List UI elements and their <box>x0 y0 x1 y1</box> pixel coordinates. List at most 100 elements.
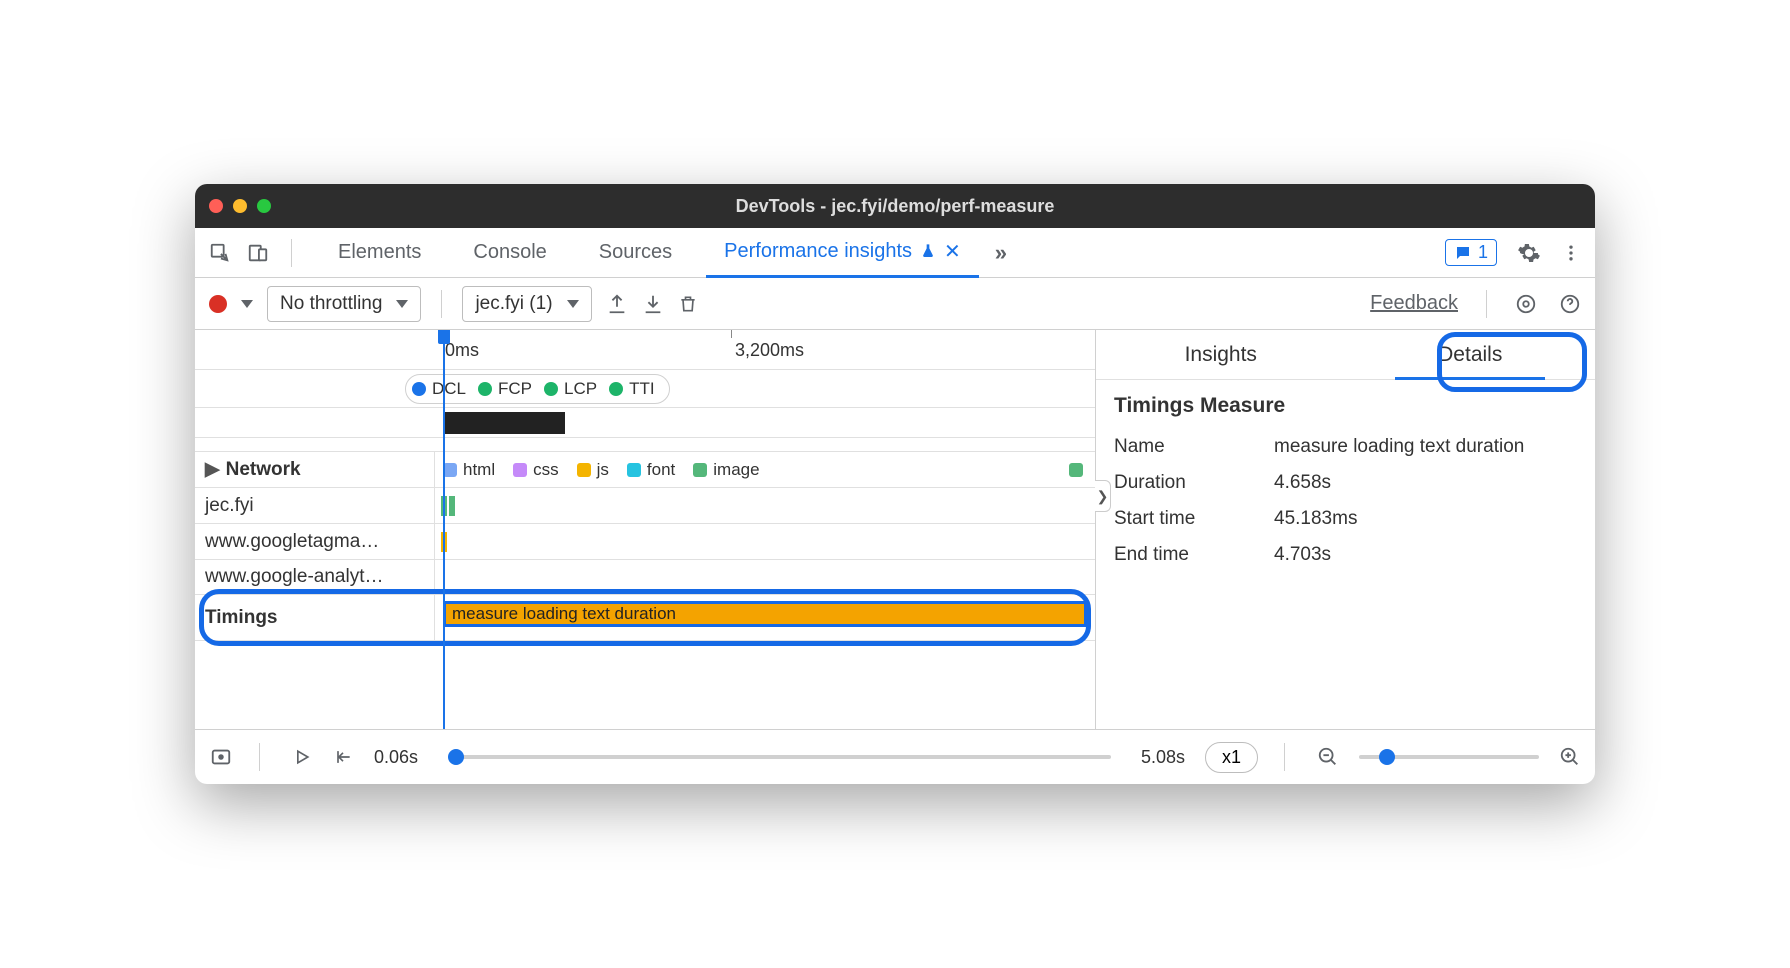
timeline-pane: 0ms 3,200ms DCL FCP LCP TTI ▶ Network <box>195 330 1095 729</box>
tab-label: Details <box>1438 343 1502 367</box>
tab-elements[interactable]: Elements <box>320 228 439 278</box>
divider <box>441 290 442 318</box>
network-row-label: ▶ Network <box>195 452 435 487</box>
divider <box>1486 290 1487 318</box>
import-icon[interactable] <box>642 293 664 315</box>
window-title: DevTools - jec.fyi/demo/perf-measure <box>195 196 1595 217</box>
maximize-window-button[interactable] <box>257 199 271 213</box>
swatch-icon <box>693 463 707 477</box>
feedback-link[interactable]: Feedback <box>1370 292 1458 315</box>
scrubber-thumb[interactable] <box>448 749 464 765</box>
help-icon[interactable] <box>1559 293 1581 315</box>
host-label: www.google-analyt… <box>195 560 435 594</box>
record-options-dropdown[interactable] <box>241 300 253 308</box>
issues-count: 1 <box>1478 242 1488 263</box>
measure-bar-label: measure loading text duration <box>452 604 676 624</box>
timings-measure-bar[interactable]: measure loading text duration <box>443 601 1087 627</box>
recording-label: jec.fyi (1) <box>475 293 552 315</box>
spacer <box>195 438 1095 452</box>
timeline-ruler[interactable]: 0ms 3,200ms <box>195 330 1095 370</box>
metric-label: DCL <box>432 379 466 399</box>
recording-select[interactable]: jec.fyi (1) <box>462 286 591 322</box>
detail-value: 45.183ms <box>1274 508 1577 530</box>
host-label: jec.fyi <box>195 488 435 523</box>
panel-settings-icon[interactable] <box>1515 293 1537 315</box>
request-bar[interactable] <box>449 496 455 516</box>
devtools-window: DevTools - jec.fyi/demo/perf-measure Ele… <box>195 184 1595 784</box>
timings-row[interactable]: Timings measure loading text duration <box>195 595 1095 641</box>
detail-value: 4.703s <box>1274 544 1577 566</box>
tab-label: Insights <box>1185 343 1257 367</box>
network-host-row[interactable]: jec.fyi <box>195 488 1095 524</box>
gear-icon[interactable] <box>1517 241 1541 265</box>
more-tabs-icon[interactable]: » <box>995 240 1007 266</box>
swatch-icon <box>443 463 457 477</box>
play-icon[interactable] <box>292 747 312 767</box>
swatch-icon <box>627 463 641 477</box>
devtools-tabs-row: Elements Console Sources Performance ins… <box>195 228 1595 278</box>
playback-speed-chip[interactable]: x1 <box>1205 742 1258 773</box>
network-header-row[interactable]: ▶ Network html css js font image <box>195 452 1095 488</box>
ruler-tick-label: 0ms <box>445 340 479 361</box>
divider <box>259 743 260 771</box>
delete-icon[interactable] <box>678 293 698 315</box>
tab-label: Console <box>473 241 546 264</box>
footer-bar: 0.06s 5.08s x1 <box>195 730 1595 784</box>
close-window-button[interactable] <box>209 199 223 213</box>
device-toggle-icon[interactable] <box>247 242 269 264</box>
tab-performance-insights[interactable]: Performance insights ✕ <box>706 228 979 278</box>
detail-row: End time4.703s <box>1114 544 1577 566</box>
playhead[interactable] <box>443 330 445 729</box>
network-host-row[interactable]: www.googletagma… <box>195 524 1095 560</box>
swatch-icon <box>513 463 527 477</box>
dot-icon <box>609 382 623 396</box>
export-icon[interactable] <box>606 293 628 315</box>
close-tab-icon[interactable]: ✕ <box>944 239 961 264</box>
tab-details[interactable]: Details <box>1346 330 1596 379</box>
swatch-icon <box>1069 463 1083 477</box>
network-host-row[interactable]: www.google-analyt… <box>195 560 1095 595</box>
speed-label: x1 <box>1222 747 1241 767</box>
legend-label: html <box>463 460 495 480</box>
label-text: Network <box>226 459 301 481</box>
inspect-element-icon[interactable] <box>209 242 231 264</box>
go-to-start-icon[interactable] <box>332 747 354 767</box>
perf-toolbar: No throttling jec.fyi (1) Feedback <box>195 278 1595 330</box>
detail-value: 4.658s <box>1274 472 1577 494</box>
swatch-icon <box>577 463 591 477</box>
timings-row-label: Timings <box>195 595 435 640</box>
host-label: www.googletagma… <box>195 524 435 559</box>
tab-label: Elements <box>338 241 421 264</box>
detail-key: Name <box>1114 436 1274 458</box>
zoom-slider[interactable] <box>1359 755 1539 759</box>
issues-button[interactable]: 1 <box>1445 239 1497 266</box>
flask-icon <box>920 243 936 259</box>
main-area: 0ms 3,200ms DCL FCP LCP TTI ▶ Network <box>195 330 1595 730</box>
overview-block <box>445 412 565 434</box>
timeline-scrubber[interactable] <box>448 755 1111 759</box>
metric-label: LCP <box>564 379 597 399</box>
detail-row: Duration4.658s <box>1114 472 1577 494</box>
detail-row: Start time45.183ms <box>1114 508 1577 530</box>
tab-console[interactable]: Console <box>455 228 564 278</box>
dot-icon <box>544 382 558 396</box>
zoom-thumb[interactable] <box>1379 749 1395 765</box>
minimize-window-button[interactable] <box>233 199 247 213</box>
record-button[interactable] <box>209 295 227 313</box>
zoom-out-icon[interactable] <box>1317 746 1339 768</box>
ruler-tick-label: 3,200ms <box>735 340 804 361</box>
throttling-select[interactable]: No throttling <box>267 286 421 322</box>
chevron-down-icon <box>567 300 579 308</box>
chat-icon <box>1454 244 1472 262</box>
legend-label: font <box>647 460 675 480</box>
overview-strip[interactable] <box>195 408 1095 438</box>
preview-toggle-icon[interactable] <box>209 746 233 768</box>
tab-sources[interactable]: Sources <box>581 228 690 278</box>
legend-label: image <box>713 460 759 480</box>
kebab-menu-icon[interactable] <box>1561 243 1581 263</box>
zoom-in-icon[interactable] <box>1559 746 1581 768</box>
tab-insights[interactable]: Insights <box>1096 330 1346 379</box>
detail-key: End time <box>1114 544 1274 566</box>
network-legend: html css js font image <box>435 452 1095 487</box>
collapse-handle[interactable]: ❯ <box>1095 480 1111 512</box>
